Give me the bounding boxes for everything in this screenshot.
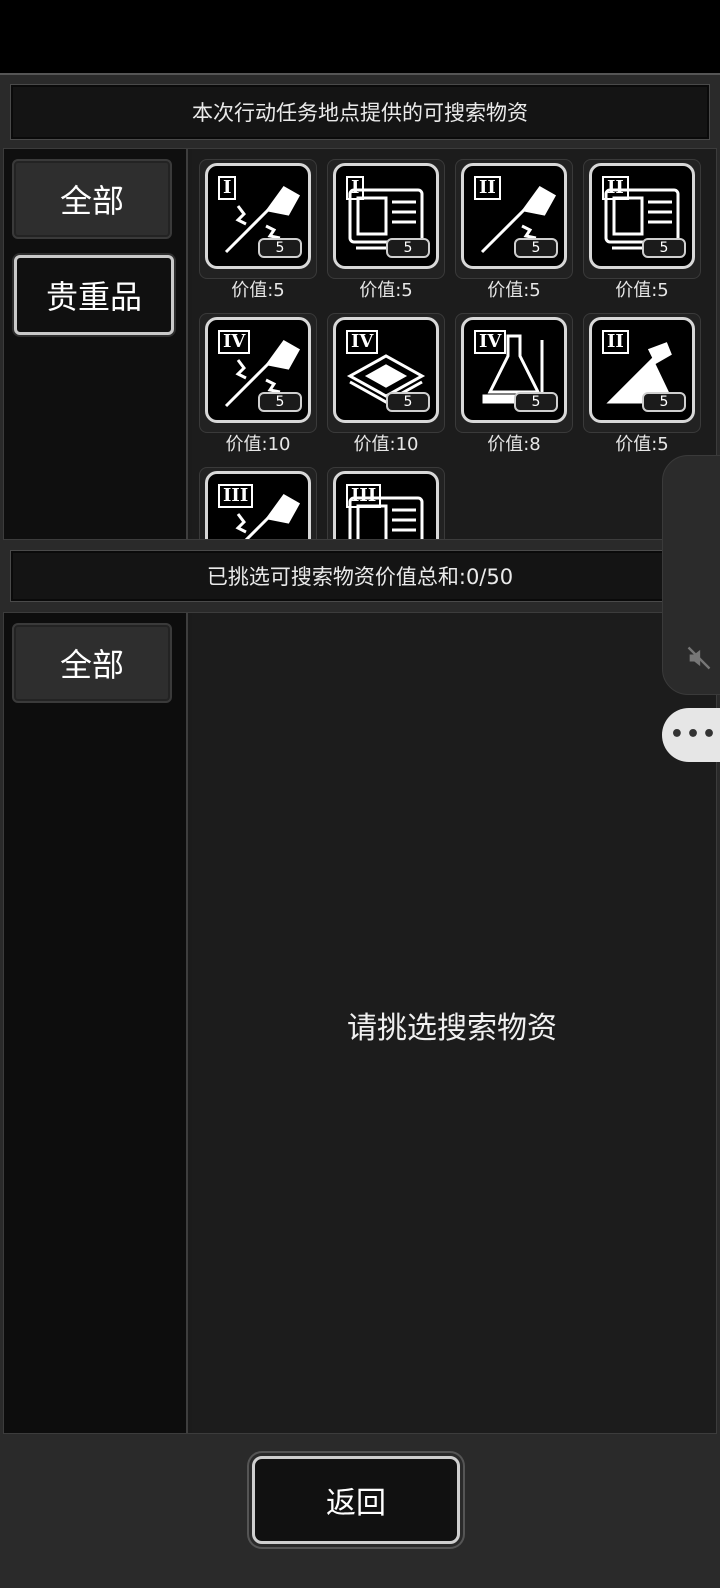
- syringe-icon: II 5: [461, 163, 567, 269]
- chip-icon: IV 5: [333, 317, 439, 423]
- item-value: 价值:5: [231, 280, 285, 301]
- syringe-icon: IV 5: [205, 317, 311, 423]
- back-button-label: 返回: [326, 1486, 386, 1521]
- item-card[interactable]: II 5 价值:5: [583, 159, 701, 303]
- category-valuables-button[interactable]: 贵重品: [14, 255, 174, 335]
- item-card[interactable]: IV 5 价值:10: [199, 313, 317, 457]
- mute-icon[interactable]: [685, 644, 713, 672]
- tier-badge: III: [218, 484, 254, 508]
- tier-badge: III: [346, 484, 382, 508]
- tier-badge: IV: [474, 330, 507, 354]
- selected-category-all-button[interactable]: 全部: [12, 623, 172, 703]
- tier-badge: II: [602, 330, 629, 354]
- tier-badge: IV: [346, 330, 379, 354]
- item-card[interactable]: I 5 价值:5: [199, 159, 317, 303]
- selected-value-summary: 已挑选可搜索物资价值总和:0/50: [10, 550, 710, 602]
- item-value: 价值:10: [353, 434, 419, 455]
- item-card[interactable]: IV 5 价值:8: [455, 313, 573, 457]
- item-card[interactable]: II 5 价值:5: [583, 313, 701, 457]
- selected-items-panel: 全部 请挑选搜索物资: [3, 612, 717, 1434]
- category-valuables-label: 贵重品: [45, 278, 142, 316]
- available-items-panel: 全部 贵重品 I 5 价值:5 I 5 价值:5 II 5 价值:5 II 5 …: [3, 148, 717, 540]
- lab-equipment-icon: IV 5: [461, 317, 567, 423]
- more-options-button[interactable]: •••: [662, 708, 720, 762]
- quantity-badge: 5: [258, 238, 302, 258]
- tier-badge: I: [346, 176, 365, 200]
- item-value: 价值:10: [225, 434, 291, 455]
- tier-badge: II: [474, 176, 501, 200]
- selected-value-text: 已挑选可搜索物资价值总和:0/50: [206, 565, 514, 589]
- quantity-badge: 5: [258, 392, 302, 412]
- back-button[interactable]: 返回: [252, 1456, 460, 1544]
- quantity-badge: 5: [514, 238, 558, 258]
- tier-badge: I: [218, 176, 237, 200]
- syringe-icon: I 5: [205, 163, 311, 269]
- machine-icon: I 5: [333, 163, 439, 269]
- category-all-label: 全部: [59, 182, 124, 220]
- selected-category-all-label: 全部: [59, 646, 124, 684]
- item-value: 价值:5: [615, 280, 669, 301]
- item-card[interactable]: II 5 价值:5: [455, 159, 573, 303]
- machine-icon: II 5: [589, 163, 695, 269]
- item-value: 价值:5: [615, 434, 669, 455]
- quantity-badge: 5: [386, 392, 430, 412]
- item-value: 价值:8: [487, 434, 541, 455]
- item-card[interactable]: III: [199, 467, 317, 539]
- machine-icon: III: [333, 471, 439, 539]
- quantity-badge: 5: [514, 392, 558, 412]
- empty-selection-hint: 请挑选搜索物资: [347, 1011, 557, 1046]
- tier-badge: II: [602, 176, 629, 200]
- selected-items-area: 请挑选搜索物资: [192, 613, 716, 1433]
- syringe-icon: III: [205, 471, 311, 539]
- item-value: 价值:5: [487, 280, 541, 301]
- item-card[interactable]: III: [327, 467, 445, 539]
- tier-badge: IV: [218, 330, 251, 354]
- more-icon: •••: [669, 722, 719, 747]
- quantity-badge: 5: [386, 238, 430, 258]
- item-grid[interactable]: I 5 价值:5 I 5 价值:5 II 5 价值:5 II 5 价值:5 IV…: [192, 149, 716, 539]
- item-card[interactable]: I 5 价值:5: [327, 159, 445, 303]
- item-card[interactable]: IV 5 价值:10: [327, 313, 445, 457]
- page-title: 本次行动任务地点提供的可搜索物资: [10, 84, 710, 140]
- bottom-category-sidebar: 全部: [4, 613, 188, 1433]
- flask-icon: II 5: [589, 317, 695, 423]
- category-all-button[interactable]: 全部: [12, 159, 172, 239]
- top-category-sidebar: 全部 贵重品: [4, 149, 188, 539]
- item-value: 价值:5: [359, 280, 413, 301]
- page-title-text: 本次行动任务地点提供的可搜索物资: [192, 101, 528, 125]
- quantity-badge: 5: [642, 238, 686, 258]
- floating-side-panel[interactable]: [662, 455, 720, 695]
- quantity-badge: 5: [642, 392, 686, 412]
